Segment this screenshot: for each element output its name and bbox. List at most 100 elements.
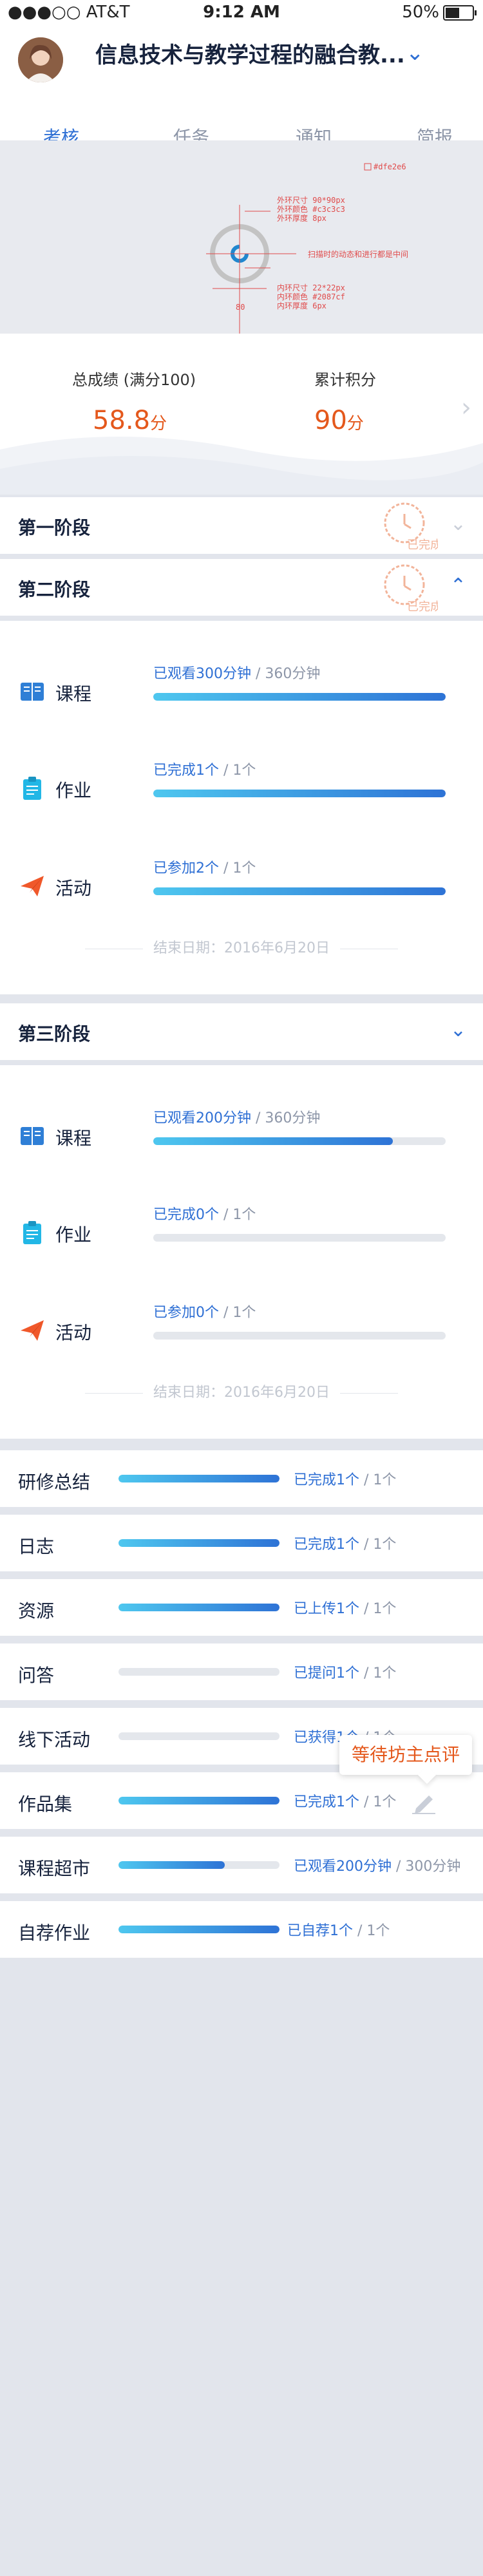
summary-progress-bar — [118, 1475, 279, 1482]
progress-fill — [118, 1861, 225, 1869]
row-label-activity: 活动 — [55, 1322, 92, 1343]
spec-color-tag: #dfe2e6 — [374, 162, 406, 171]
summary-label: 日志 — [18, 1536, 55, 1557]
progress-fill — [118, 1475, 279, 1482]
summary-status: 已完成1个 / 1个 — [294, 1794, 397, 1810]
summary-label: 作品集 — [18, 1794, 73, 1815]
summary-status: 已观看200分钟 / 300分钟 — [294, 1859, 461, 1875]
row-status-homework: 已完成1个 / 1个 — [153, 762, 256, 779]
score-card[interactable]: 总成绩 (满分100) 58.8分 累计积分 90分 › — [0, 334, 483, 495]
progress-fill — [153, 887, 446, 895]
row-status-activity: 已参加2个 / 1个 — [153, 860, 256, 876]
summary-status: 已上传1个 / 1个 — [294, 1601, 397, 1617]
summary-row-course-market[interactable]: 课程超市 已观看200分钟 / 300分钟 — [0, 1837, 483, 1893]
progress-bar-activity — [153, 887, 446, 895]
stage-1-header[interactable]: 第一阶段 已完成 ⌄ — [0, 497, 483, 554]
row-status-course: 已观看300分钟 / 360分钟 — [153, 666, 321, 682]
progress-fill — [118, 1797, 279, 1804]
completed-stamp-icon: 已完成 — [384, 502, 438, 552]
summary-progress-bar — [118, 1861, 279, 1869]
progress-bar-activity — [153, 1332, 446, 1340]
row-label-course: 课程 — [55, 1128, 92, 1149]
wave-decoration — [0, 437, 483, 495]
stage-1-title: 第一阶段 — [18, 517, 91, 538]
stage-3-end-date: 结束日期：2016年6月20日 — [0, 1381, 483, 1401]
summary-progress-bar — [118, 1797, 279, 1804]
progress-bar-homework — [153, 1234, 446, 1242]
row-label-course: 课程 — [55, 683, 92, 705]
spec-inner-thickness: 内环厚度 6px — [277, 301, 327, 310]
summary-row-research[interactable]: 研修总结 已完成1个 / 1个 — [0, 1450, 483, 1507]
app-header: 信息技术与教学过程的融合教... ⌄ 考核 任务 通知 简报 — [0, 26, 483, 167]
pen-icon[interactable] — [410, 1789, 438, 1815]
stage-2-title: 第二阶段 — [18, 579, 91, 600]
row-status-homework: 已完成0个 / 1个 — [153, 1207, 256, 1223]
battery-status: 50% — [402, 3, 477, 22]
summary-row-qa[interactable]: 问答 已提问1个 / 1个 — [0, 1643, 483, 1700]
row-label-homework: 作业 — [55, 1224, 92, 1245]
summary-row-journal[interactable]: 日志 已完成1个 / 1个 — [0, 1515, 483, 1571]
svg-text:已完成: 已完成 — [407, 600, 438, 614]
row-label-homework: 作业 — [55, 780, 92, 801]
row-label-activity: 活动 — [55, 878, 92, 899]
stage-2-details: 课程 已观看300分钟 / 360分钟 作业 已完成1个 / 1个 活动 已参加… — [0, 621, 483, 994]
completed-stamp-icon: 已完成 — [384, 564, 438, 614]
progress-bar-homework — [153, 790, 446, 797]
summary-progress-bar — [118, 1732, 279, 1740]
page-title[interactable]: 信息技术与教学过程的融合教... — [95, 37, 417, 69]
chevron-up-icon[interactable]: ⌃ — [450, 574, 466, 597]
chevron-down-icon[interactable]: ⌄ — [450, 1019, 466, 1041]
summary-row-portfolio[interactable]: 作品集 已完成1个 / 1个 — [0, 1772, 483, 1829]
progress-fill — [118, 1539, 279, 1547]
summary-label: 资源 — [18, 1600, 55, 1622]
summary-row-resources[interactable]: 资源 已上传1个 / 1个 — [0, 1579, 483, 1636]
summary-progress-bar — [118, 1539, 279, 1547]
status-bar: ●●●○○ AT&T 9:12 AM 50% — [0, 0, 483, 26]
summary-label: 课程超市 — [18, 1858, 91, 1879]
clipboard-icon — [23, 777, 41, 800]
avatar[interactable] — [18, 37, 63, 82]
summary-status: 已提问1个 / 1个 — [294, 1665, 397, 1681]
book-icon — [21, 1127, 44, 1145]
progress-fill — [118, 1926, 279, 1933]
book-icon — [21, 683, 44, 701]
progress-fill — [153, 693, 446, 701]
summary-label: 线下活动 — [18, 1729, 91, 1750]
spec-dimension: 80 — [236, 303, 245, 312]
summary-label: 问答 — [18, 1665, 55, 1686]
chevron-down-icon[interactable]: ⌄ — [450, 513, 466, 535]
paper-plane-icon — [21, 1320, 44, 1341]
chevron-right-icon[interactable]: › — [461, 393, 471, 422]
summary-status: 已完成1个 / 1个 — [294, 1472, 397, 1488]
total-score-label: 总成绩 (满分100) — [72, 371, 196, 389]
stage-3-header[interactable]: 第三阶段 ⌄ — [0, 1003, 483, 1060]
paper-plane-icon — [21, 876, 44, 896]
summary-label: 研修总结 — [18, 1472, 91, 1493]
progress-bar-course — [153, 1137, 446, 1145]
spec-center-note: 扫描时的动态和进行都是中间 — [308, 250, 409, 259]
review-pending-tooltip: 等待坊主点评 — [339, 1735, 472, 1775]
chevron-down-icon[interactable]: ⌄ — [406, 40, 424, 66]
progress-fill — [153, 790, 446, 797]
progress-bar-course — [153, 693, 446, 701]
summary-row-recommended-homework[interactable]: 自荐作业 已自荐1个 / 1个 — [0, 1901, 483, 1958]
clipboard-icon — [23, 1221, 41, 1244]
stage-2-header[interactable]: 第二阶段 已完成 ⌃ — [0, 559, 483, 616]
stage-3-title: 第三阶段 — [18, 1023, 91, 1045]
stage-2-end-date: 结束日期：2016年6月20日 — [0, 936, 483, 957]
svg-text:已完成: 已完成 — [407, 538, 438, 552]
summary-progress-bar — [118, 1604, 279, 1611]
summary-progress-bar — [118, 1926, 279, 1933]
progress-fill — [118, 1604, 279, 1611]
total-score-value: 58.8分 — [93, 406, 167, 435]
summary-status: 已自荐1个 / 1个 — [287, 1923, 390, 1939]
summary-status: 已完成1个 / 1个 — [294, 1537, 397, 1553]
battery-icon — [443, 5, 477, 21]
row-status-course: 已观看200分钟 / 360分钟 — [153, 1110, 321, 1126]
spec-outer-thickness: 外环厚度 8px — [277, 214, 327, 223]
row-status-activity: 已参加0个 / 1个 — [153, 1305, 256, 1321]
points-value: 90分 — [314, 406, 364, 435]
stage-3-details: 课程 已观看200分钟 / 360分钟 作业 已完成0个 / 1个 活动 已参加… — [0, 1065, 483, 1439]
summary-label: 自荐作业 — [18, 1922, 91, 1944]
points-label: 累计积分 — [314, 371, 376, 389]
